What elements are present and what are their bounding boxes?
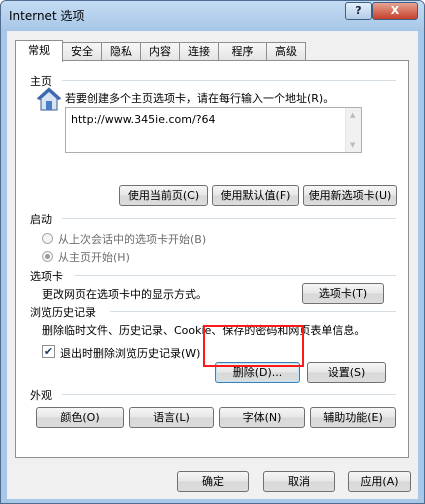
ok-button[interactable]: 确定 [177, 471, 249, 492]
tabs-heading: 选项卡 [30, 270, 63, 283]
close-icon[interactable]: X [372, 2, 418, 20]
scroll-down-icon[interactable]: ▼ [350, 141, 355, 149]
appearance-divider [62, 394, 396, 395]
startup-home-radio[interactable] [42, 251, 53, 262]
tabs-divider [74, 275, 396, 276]
home-divider [62, 80, 396, 81]
textarea-scrollbar[interactable]: ▲ ▼ [345, 108, 361, 152]
colors-button[interactable]: 颜色(O) [36, 407, 124, 428]
home-page-url: http://www.345ie.com/?64 [71, 113, 216, 126]
tab-general[interactable]: 常规 [15, 40, 63, 62]
home-page-textarea[interactable]: http://www.345ie.com/?64 ▲ ▼ [65, 107, 362, 153]
startup-divider [62, 218, 396, 219]
tabs-settings-button[interactable]: 选项卡(T) [302, 283, 384, 304]
accessibility-button[interactable]: 辅助功能(E) [310, 407, 396, 428]
startup-last-session-radio[interactable] [42, 233, 53, 244]
tabs-description: 更改网页在选项卡中的显示方式。 [42, 288, 207, 301]
window-title: Internet 选项 [9, 9, 85, 23]
general-tab-panel: 主页 若要创建多个主页选项卡，请在每行输入一个地址(R)。 http://www… [15, 60, 409, 458]
tab-connections[interactable]: 连接 [179, 42, 219, 61]
apply-button[interactable]: 应用(A) [348, 471, 411, 492]
history-divider [110, 311, 396, 312]
history-settings-button[interactable]: 设置(S) [307, 362, 386, 383]
use-current-button[interactable]: 使用当前页(C) [119, 185, 208, 206]
tab-content[interactable]: 内容 [140, 42, 180, 61]
help-icon[interactable]: ? [345, 2, 372, 20]
title-bar[interactable]: Internet 选项 ? X [1, 1, 424, 31]
delete-on-exit-label: 退出时删除浏览历史记录(W) [60, 347, 201, 360]
dialog-body: 常规 安全 隐私 内容 连接 程序 高级 主页 若要创建多个主页选项卡，请在每行… [7, 31, 418, 499]
appearance-heading: 外观 [30, 389, 52, 402]
delete-on-exit-checkbox[interactable]: ✔ [42, 345, 55, 358]
startup-last-session-label: 从上次会话中的选项卡开始(B) [58, 233, 207, 246]
internet-options-window: Internet 选项 ? X 常规 安全 隐私 内容 连接 程序 高级 主页 [0, 0, 425, 504]
home-icon [36, 86, 62, 112]
startup-heading: 启动 [30, 213, 52, 226]
tab-privacy[interactable]: 隐私 [101, 42, 141, 61]
languages-button[interactable]: 语言(L) [129, 407, 214, 428]
cancel-button[interactable]: 取消 [263, 471, 335, 492]
tab-security[interactable]: 安全 [62, 42, 102, 61]
scroll-up-icon[interactable]: ▲ [350, 111, 355, 119]
use-new-tab-button[interactable]: 使用新选项卡(U) [303, 185, 397, 206]
radio-selected-dot [45, 254, 50, 259]
tab-advanced[interactable]: 高级 [266, 42, 306, 61]
history-heading: 浏览历史记录 [30, 306, 96, 319]
home-description: 若要创建多个主页选项卡，请在每行输入一个地址(R)。 [65, 92, 335, 105]
checkmark-icon: ✔ [43, 345, 54, 358]
delete-button-highlight [203, 325, 304, 367]
startup-home-label: 从主页开始(H) [58, 251, 130, 264]
fonts-button[interactable]: 字体(N) [219, 407, 305, 428]
tab-programs[interactable]: 程序 [218, 42, 267, 61]
use-default-button[interactable]: 使用默认值(F) [212, 185, 299, 206]
